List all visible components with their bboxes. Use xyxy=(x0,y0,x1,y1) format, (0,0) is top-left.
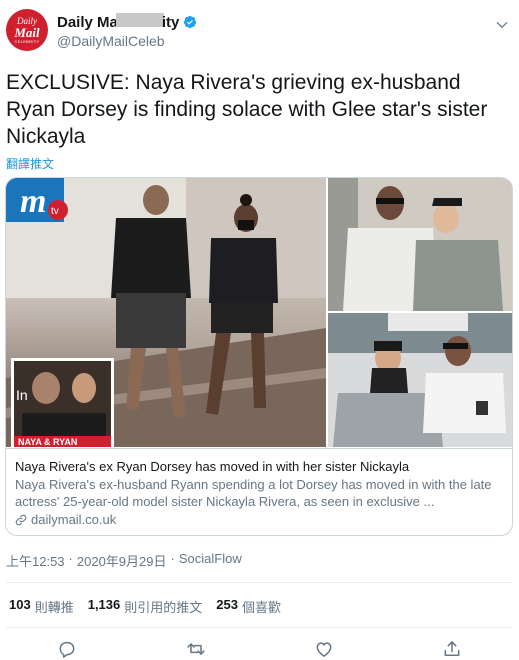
card-photo-bottom-right xyxy=(328,313,512,447)
divider xyxy=(6,582,513,583)
link-card[interactable]: m tv In NAYA & RYAN Naya Rivera's ex Rya… xyxy=(5,177,513,536)
card-photo-badge: m xyxy=(20,183,46,220)
likes-count: 253 xyxy=(216,597,238,612)
verified-badge-icon xyxy=(184,15,197,29)
inset-caption: NAYA & RYAN xyxy=(18,437,77,447)
heart-icon[interactable] xyxy=(314,639,334,659)
retweets-stat[interactable]: 103 則轉推 xyxy=(9,597,74,616)
quotes-label: 則引用的推文 xyxy=(124,600,203,615)
meta-separator-2: · xyxy=(170,551,175,566)
card-domain[interactable]: dailymail.co.uk xyxy=(15,512,504,527)
retweets-count: 103 xyxy=(9,597,31,612)
card-photo-tv: tv xyxy=(51,206,59,217)
tweet-meta: 上午12:53 · 2020年9月29日 · SocialFlow xyxy=(6,551,242,570)
tweet-text: EXCLUSIVE: Naya Rivera's grieving ex-hus… xyxy=(6,71,488,148)
quotes-count: 1,136 xyxy=(87,597,121,612)
tweet-source[interactable]: SocialFlow xyxy=(179,551,242,570)
share-icon[interactable] xyxy=(442,639,462,659)
link-icon xyxy=(15,514,27,525)
tweet-stats: 103 則轉推 1,136 則引用的推文 253 個喜歡 xyxy=(9,597,281,616)
inset-caption-partial: In xyxy=(16,387,28,403)
retweet-icon[interactable] xyxy=(186,639,206,659)
card-body[interactable]: Naya Rivera's ex Ryan Dorsey has moved i… xyxy=(6,448,512,535)
card-description: Naya Rivera's ex-husband Ryann spending … xyxy=(15,477,492,509)
tweet-date[interactable]: 2020年9月29日 xyxy=(77,551,167,570)
card-photo-top-right xyxy=(328,178,512,311)
avatar-line-3: CELEBRITY xyxy=(14,38,40,44)
quotes-stat[interactable]: 1,136 則引用的推文 xyxy=(88,597,203,616)
author-display-name[interactable]: Daily Ma ity xyxy=(57,13,179,31)
card-domain-text: dailymail.co.uk xyxy=(31,512,117,527)
meta-separator: · xyxy=(68,551,73,566)
tweet-time[interactable]: 上午12:53 xyxy=(6,551,65,570)
avatar[interactable]: Daily Mail CELEBRITY xyxy=(6,9,48,51)
action-bar xyxy=(0,639,519,659)
retweets-label: 則轉推 xyxy=(34,600,74,615)
card-photo-main: m tv In NAYA & RYAN xyxy=(6,178,326,447)
card-title[interactable]: Naya Rivera's ex Ryan Dorsey has moved i… xyxy=(15,458,504,475)
likes-label: 個喜歡 xyxy=(241,600,281,615)
reply-icon[interactable] xyxy=(57,639,77,659)
author-block[interactable]: Daily Ma ity @DailyMailCeleb xyxy=(57,13,197,49)
likes-stat[interactable]: 253 個喜歡 xyxy=(216,597,281,616)
author-handle[interactable]: @DailyMailCeleb xyxy=(57,33,197,49)
redacted-text xyxy=(115,13,164,27)
translate-tweet-link[interactable]: 翻譯推文 xyxy=(6,155,54,172)
divider xyxy=(6,627,513,628)
avatar-line-2: Mail xyxy=(14,24,40,40)
chevron-down-icon[interactable] xyxy=(495,18,509,32)
